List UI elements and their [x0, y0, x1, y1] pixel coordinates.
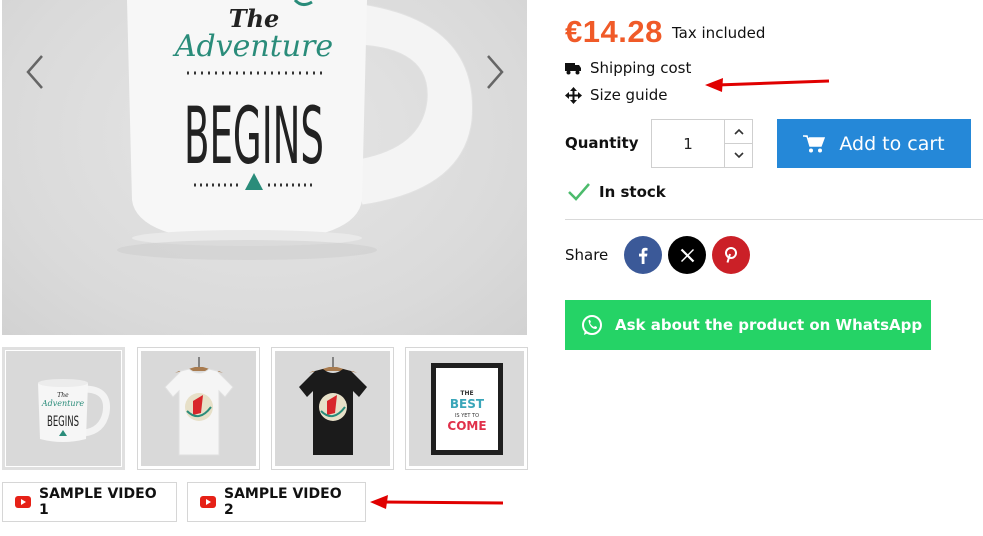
quantity-increase-button[interactable] — [725, 120, 752, 144]
share-label: Share — [565, 246, 609, 264]
thumbnail-mug-image: The Adventure BEGINS — [6, 351, 121, 466]
thumbnail-strip: The Adventure BEGINS THE BEST IS YET TO … — [2, 347, 528, 470]
divider — [565, 219, 983, 220]
product-price: €14.28 — [565, 14, 663, 49]
tax-label: Tax included — [672, 24, 766, 42]
share-pinterest-button[interactable] — [712, 236, 750, 274]
share-x-button[interactable] — [668, 236, 706, 274]
mug-text-line3: BEGINS — [184, 92, 324, 182]
x-logo-icon — [680, 248, 694, 262]
previous-image-button[interactable] — [22, 52, 52, 92]
whatsapp-ask-button[interactable]: Ask about the product on WhatsApp — [565, 300, 931, 350]
add-to-cart-button[interactable]: Add to cart — [777, 119, 971, 168]
shipping-cost-label: Shipping cost — [590, 59, 692, 77]
next-image-button[interactable] — [480, 52, 510, 92]
size-guide-label: Size guide — [590, 86, 668, 104]
whatsapp-ask-label: Ask about the product on WhatsApp — [615, 316, 923, 334]
sample-video-2-button[interactable]: SAMPLE VIDEO 2 — [187, 482, 366, 522]
share-facebook-button[interactable] — [624, 236, 662, 274]
size-guide-link[interactable]: Size guide — [565, 86, 668, 104]
thumbnail-mug-text-line2: Adventure — [41, 399, 84, 408]
annotation-arrow-videos — [370, 495, 504, 509]
truck-icon — [565, 63, 581, 75]
checkmark-icon — [568, 183, 590, 201]
pinterest-icon — [725, 247, 737, 263]
thumbnail-black-tshirt-image — [275, 351, 390, 466]
chevron-down-icon — [733, 152, 744, 159]
thumbnail-white-tshirt-image — [141, 351, 256, 466]
thumbnail-mug-text-line1: The — [57, 392, 69, 399]
poster-text-line2: BEST — [450, 397, 485, 411]
youtube-icon — [200, 496, 216, 508]
youtube-icon — [15, 496, 31, 508]
add-to-cart-label: Add to cart — [839, 132, 945, 155]
quantity-stepper — [651, 119, 753, 168]
whatsapp-icon — [582, 315, 602, 335]
product-main-image: The Adventure BEGINS — [2, 0, 527, 335]
mug-text-line2: Adventure — [172, 29, 333, 64]
cart-icon — [803, 134, 826, 152]
sample-video-2-label: SAMPLE VIDEO 2 — [224, 486, 342, 518]
facebook-icon — [639, 247, 648, 264]
annotation-arrow-shipping — [705, 78, 830, 92]
thumbnail-white-tshirt[interactable] — [137, 347, 260, 470]
chevron-right-icon — [487, 55, 504, 89]
stock-status: In stock — [567, 182, 666, 202]
move-arrows-icon — [565, 86, 582, 104]
sample-video-1-button[interactable]: SAMPLE VIDEO 1 — [2, 482, 177, 522]
poster-text-line4: COME — [447, 419, 486, 433]
chevron-up-icon — [733, 128, 744, 135]
thumbnail-framed-poster[interactable]: THE BEST IS YET TO COME — [405, 347, 528, 470]
chevron-left-icon — [26, 55, 43, 89]
shipping-cost-link[interactable]: Shipping cost — [565, 59, 691, 77]
quantity-label: Quantity — [565, 134, 639, 152]
poster-text-line1: THE — [460, 390, 473, 397]
thumbnail-framed-poster-image: THE BEST IS YET TO COME — [409, 351, 524, 466]
thumbnail-black-tshirt[interactable] — [271, 347, 394, 470]
quantity-decrease-button[interactable] — [725, 144, 752, 167]
thumbnail-mug[interactable]: The Adventure BEGINS — [2, 347, 125, 470]
quantity-input[interactable] — [652, 120, 725, 167]
mug-illustration: The Adventure BEGINS — [117, 0, 474, 260]
sample-video-1-label: SAMPLE VIDEO 1 — [39, 486, 157, 518]
stock-label: In stock — [599, 183, 666, 201]
thumbnail-mug-text-line3: BEGINS — [47, 414, 79, 430]
